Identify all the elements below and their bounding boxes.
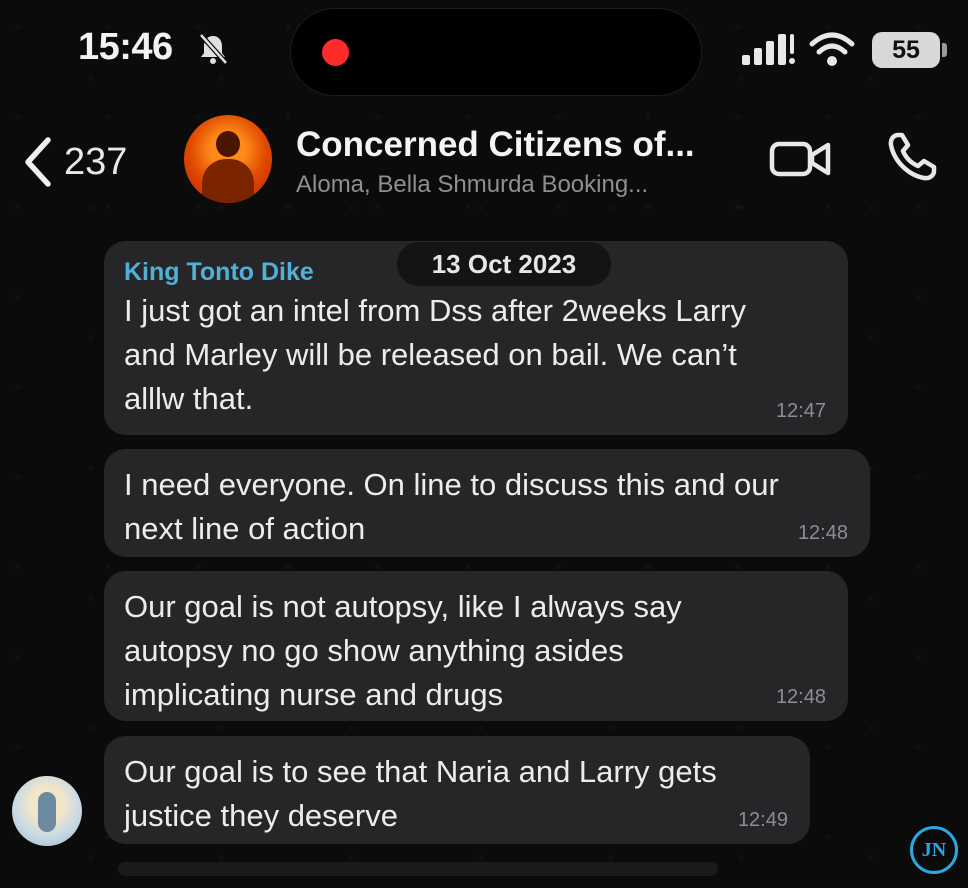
message-bubble[interactable]: I need everyone. On line to discuss this…	[104, 449, 870, 557]
cellular-signal-icon	[742, 34, 795, 65]
unread-count: 237	[64, 140, 128, 183]
phone-icon[interactable]	[884, 129, 940, 185]
message-bubble[interactable]: Our goal is not autopsy, like I always s…	[104, 571, 848, 721]
battery-icon: 55	[872, 32, 947, 68]
message-text: Our goal is to see that Naria and Larry …	[124, 754, 717, 833]
recording-dot-icon	[322, 39, 349, 66]
date-divider: 13 Oct 2023	[397, 242, 611, 286]
message-time: 12:48	[797, 522, 848, 544]
bell-slash-icon	[199, 33, 228, 65]
message-time: 12:49	[737, 809, 788, 831]
wifi-icon	[809, 32, 855, 66]
sender-avatar[interactable]	[12, 776, 82, 846]
message-bubble[interactable]: Our goal is to see that Naria and Larry …	[104, 736, 810, 844]
chat-header: 237 Concerned Citizens of... Aloma, Bell…	[0, 105, 968, 220]
status-time: 15:46	[78, 26, 173, 68]
message-time: 12:48	[775, 686, 826, 708]
status-bar: 15:46 55	[0, 0, 968, 105]
group-name[interactable]: Concerned Citizens of...	[296, 125, 695, 165]
message-text: Our goal is not autopsy, like I always s…	[124, 589, 682, 712]
next-message-edge	[118, 862, 718, 876]
watermark-logo: JN	[910, 826, 958, 874]
group-members[interactable]: Aloma, Bella Shmurda Booking...	[296, 171, 648, 199]
video-camera-icon[interactable]	[768, 135, 832, 183]
back-button[interactable]: 237	[20, 127, 127, 197]
dynamic-island	[290, 8, 702, 96]
message-text: I need everyone. On line to discuss this…	[124, 467, 779, 546]
group-avatar[interactable]	[184, 115, 272, 203]
message-text: I just got an intel from Dss after 2week…	[124, 293, 746, 416]
message-time: 12:47	[775, 400, 826, 422]
chevron-left-icon	[25, 137, 51, 187]
